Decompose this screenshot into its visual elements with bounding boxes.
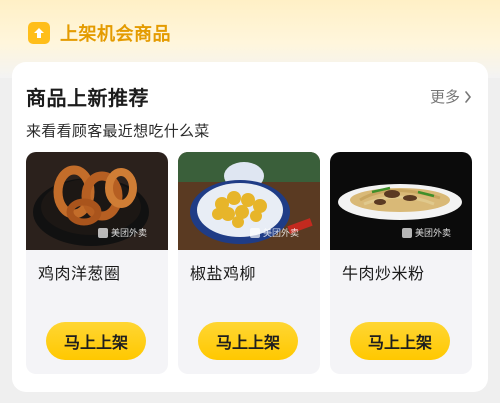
product-name: 椒盐鸡柳 bbox=[190, 264, 257, 283]
list-now-button[interactable]: 马上上架 bbox=[350, 322, 450, 360]
section-title: 商品上新推荐 bbox=[26, 86, 149, 110]
product-name: 鸡肉洋葱圈 bbox=[38, 264, 121, 283]
more-label: 更多 bbox=[429, 88, 460, 106]
recommend-card: 商品上新推荐 更多 来看看顾客最近想吃什么菜 美团外卖 鸡肉洋葱圈 马上上架 美… bbox=[12, 62, 488, 392]
page: 上架机会商品 商品上新推荐 更多 来看看顾客最近想吃什么菜 美团外卖 鸡肉洋葱圈 bbox=[0, 0, 500, 403]
watermark: 美团外卖 bbox=[402, 226, 451, 239]
header: 上架机会商品 bbox=[28, 20, 171, 46]
upload-arrow-icon bbox=[28, 22, 50, 44]
watermark: 美团外卖 bbox=[98, 226, 147, 239]
product-card[interactable]: 美团外卖 鸡肉洋葱圈 马上上架 bbox=[26, 152, 168, 374]
product-card[interactable]: 美团外卖 椒盐鸡柳 马上上架 bbox=[178, 152, 320, 374]
list-now-button[interactable]: 马上上架 bbox=[46, 322, 146, 360]
watermark: 美团外卖 bbox=[250, 226, 299, 239]
product-name: 牛肉炒米粉 bbox=[342, 264, 425, 283]
section-subtitle: 来看看顾客最近想吃什么菜 bbox=[26, 122, 210, 140]
header-title: 上架机会商品 bbox=[60, 24, 171, 45]
more-link[interactable]: 更多 bbox=[430, 86, 472, 107]
list-now-button[interactable]: 马上上架 bbox=[198, 322, 298, 360]
product-card[interactable]: 美团外卖 牛肉炒米粉 马上上架 bbox=[330, 152, 472, 374]
chevron-right-icon bbox=[465, 90, 472, 103]
